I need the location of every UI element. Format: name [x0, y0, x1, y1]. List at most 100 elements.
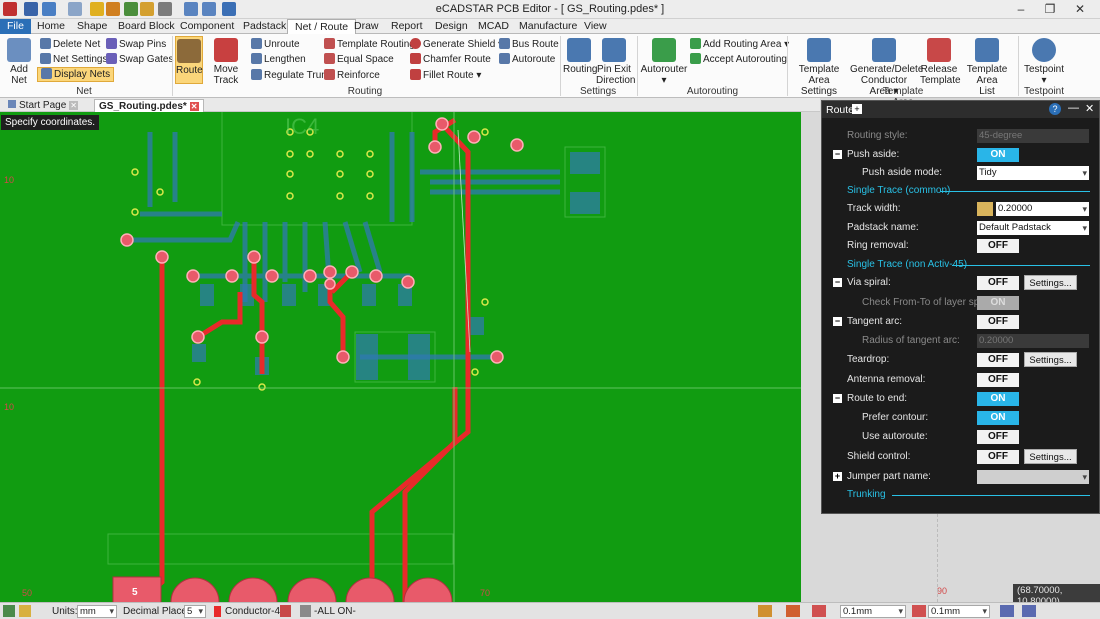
menu-design[interactable]: Design [428, 19, 475, 34]
pin-exit-direction-button[interactable]: Pin Exit Direction [596, 38, 635, 86]
menu-manufacture[interactable]: Manufacture [512, 19, 584, 34]
swap-gates-button[interactable]: Swap Gates [106, 53, 173, 66]
template-area-list-button[interactable]: Template Area List [958, 38, 1016, 97]
layer-color-swatch [214, 606, 221, 617]
testpoint-icon [1032, 38, 1056, 62]
accept-autorouting-button[interactable]: Accept Autorouting [690, 53, 787, 66]
clearance-icon[interactable] [912, 605, 926, 617]
lock-icon[interactable] [977, 202, 993, 216]
reinforce-button[interactable]: Reinforce [324, 69, 380, 82]
command-prompt: Specify coordinates. [1, 115, 100, 130]
menu-net-route[interactable]: Net / Route [287, 19, 357, 35]
clearance-select[interactable]: 0.1mm [928, 605, 990, 618]
menu-report[interactable]: Report [384, 19, 430, 34]
layers-visibility[interactable]: -ALL ON- [314, 605, 356, 618]
pin-icon[interactable]: + [852, 104, 862, 114]
pcb-canvas[interactable]: IC4 10 10 50 70 5 [0, 112, 801, 602]
autoroute-button[interactable]: Autoroute [499, 53, 555, 66]
collapse-icon[interactable]: − [833, 150, 842, 159]
active-layer[interactable]: Conductor-4 [225, 605, 280, 618]
collapse-icon[interactable]: − [833, 394, 842, 403]
padstack-select[interactable]: Default Padstack [977, 221, 1089, 235]
routing-settings-button[interactable]: Routing [563, 38, 597, 75]
via-spiral-settings-button[interactable]: Settings... [1024, 275, 1077, 290]
workspace-area[interactable] [801, 112, 821, 514]
via-mode-icon[interactable] [786, 605, 800, 617]
close-button[interactable]: ✕ [1065, 1, 1095, 18]
collapse-icon[interactable]: − [833, 317, 842, 326]
minimize-panel-icon[interactable]: — [1068, 102, 1079, 114]
unroute-button[interactable]: Unroute [251, 38, 300, 51]
delete-net-button[interactable]: Delete Net [40, 38, 100, 51]
menu-component[interactable]: Component [173, 19, 241, 34]
ring-removal-toggle[interactable]: OFF [977, 239, 1019, 253]
release-template-button[interactable]: Release Template [920, 38, 961, 86]
unroute-icon [251, 38, 262, 49]
via-spiral-row: − Via spiral: OFF Settings... [822, 274, 1099, 292]
push-aside-mode-select[interactable]: Tidy [977, 166, 1089, 180]
decimal-places-select[interactable]: 5 [184, 605, 206, 618]
snap-status-icon[interactable] [19, 605, 31, 617]
jumper-select[interactable] [977, 470, 1089, 484]
add-net-button[interactable]: Add Net [3, 38, 35, 86]
close-tab-icon[interactable]: ✕ [69, 101, 79, 110]
help-icon[interactable]: ? [1049, 103, 1061, 115]
add-routing-area-icon [690, 38, 701, 49]
shield-toggle[interactable]: OFF [977, 450, 1019, 464]
menu-home[interactable]: Home [30, 19, 72, 34]
width-mode-icon[interactable] [812, 605, 826, 617]
route-end-toggle[interactable]: ON [977, 392, 1019, 406]
prefer-contour-toggle[interactable]: ON [977, 411, 1019, 425]
close-tab-icon[interactable]: ✕ [189, 102, 199, 111]
menu-board-block[interactable]: Board Block [111, 19, 182, 34]
route-button[interactable]: Route [175, 36, 203, 84]
tangent-arc-toggle[interactable]: OFF [977, 315, 1019, 329]
tab-start-page[interactable]: Start Page ✕ [4, 99, 82, 112]
regulate-trunk-button[interactable]: Regulate Trunk [251, 69, 332, 82]
antenna-toggle[interactable]: OFF [977, 373, 1019, 387]
bus-route-button[interactable]: Bus Route [499, 38, 559, 51]
teardrop-toggle[interactable]: OFF [977, 353, 1019, 367]
add-routing-area-button[interactable]: Add Routing Area ▾ [690, 38, 789, 51]
lengthen-button[interactable]: Lengthen [251, 53, 306, 66]
menu-draw[interactable]: Draw [347, 19, 386, 34]
menu-view[interactable]: View [577, 19, 614, 34]
shield-settings-button[interactable]: Settings... [1024, 449, 1077, 464]
layers-icon[interactable] [300, 605, 311, 617]
track-width-select[interactable]: 0.1mm [840, 605, 906, 618]
close-panel-icon[interactable]: ✕ [1085, 102, 1094, 115]
autorouter-button[interactable]: Autorouter ▾ [640, 38, 688, 86]
push-aside-toggle[interactable]: ON [977, 148, 1019, 162]
teardrop-settings-button[interactable]: Settings... [1024, 352, 1077, 367]
net-settings-button[interactable]: Net Settings [40, 53, 107, 66]
minimize-button[interactable]: – [1006, 1, 1036, 18]
template-area-settings-button[interactable]: Template Area Settings [790, 38, 848, 97]
collapse-icon[interactable]: − [833, 278, 842, 287]
maximize-button[interactable]: ❐ [1035, 1, 1065, 18]
fillet-route-button[interactable]: Fillet Route ▾ [410, 69, 481, 82]
via-spiral-toggle[interactable]: OFF [977, 276, 1019, 290]
menu-file[interactable]: File [0, 19, 31, 34]
template-routing-button[interactable]: Template Routing [324, 38, 415, 51]
move-track-button[interactable]: Move Track [204, 38, 248, 86]
grid-status-icon[interactable] [3, 605, 15, 617]
use-autoroute-toggle[interactable]: OFF [977, 430, 1019, 444]
swap-pins-button[interactable]: Swap Pins [106, 38, 166, 51]
track-width-input[interactable]: 0.20000 [996, 202, 1089, 216]
tab-gs-routing[interactable]: GS_Routing.pdes* ✕ [94, 99, 204, 112]
menu-mcad[interactable]: MCAD [471, 19, 516, 34]
expand-icon[interactable]: + [833, 472, 842, 481]
cross-probe-icon[interactable] [1000, 605, 1014, 617]
equal-space-button[interactable]: Equal Space [324, 53, 394, 66]
display-nets-button[interactable]: Display Nets [37, 67, 115, 82]
menu-shape[interactable]: Shape [70, 19, 114, 34]
route-mode-icon[interactable] [758, 605, 772, 617]
filter-icon[interactable] [1022, 605, 1036, 617]
generate-shield-button[interactable]: Generate Shield ▾ [410, 38, 503, 51]
menu-padstack[interactable]: Padstack [236, 19, 293, 34]
layer-icon[interactable] [280, 605, 291, 617]
chamfer-route-button[interactable]: Chamfer Route [410, 53, 491, 66]
settings-group-label: Settings [580, 86, 617, 97]
units-select[interactable]: mm [77, 605, 117, 618]
testpoint-button[interactable]: Testpoint ▾ [1022, 38, 1066, 86]
